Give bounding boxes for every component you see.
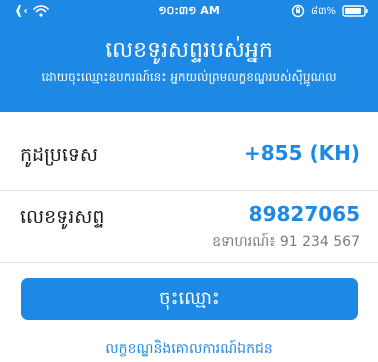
phone-number-hint: ឧទាហរណ៍៖ 91 234 567 xyxy=(212,234,360,250)
page-subtitle: ដោយចុះឈ្មោះឧបករណ៍នេះ អ្នកយល់ព្រមលក្ខខណ្ឌ… xyxy=(41,70,337,84)
rotation-lock-icon xyxy=(291,4,305,18)
page-title: លេខទូរសព្ទរបស់អ្នក xyxy=(105,38,273,63)
phone-number-row: លេខទូរសព្ទ 89827065 ឧទាហរណ៍៖ 91 234 567 xyxy=(0,190,378,262)
phone-number-label: លេខទូរសព្ទ xyxy=(20,206,105,228)
phone-number-divider xyxy=(0,262,378,263)
status-right: ៨៣% xyxy=(291,3,368,19)
battery-percentage: ៨៣% xyxy=(310,5,336,17)
register-button[interactable]: ចុះឈ្មោះ xyxy=(21,278,358,320)
battery-icon xyxy=(342,5,368,17)
country-code-label: កូដប្រទេស xyxy=(20,144,99,166)
country-code-value[interactable]: +855 (KH) xyxy=(244,141,360,165)
phone-number-input[interactable]: 89827065 xyxy=(249,202,360,226)
terms-link[interactable]: លក្ខខណ្ឌនិងគោលការណ៍ឯកជន xyxy=(0,340,378,358)
country-code-row[interactable]: កូដប្រទេស +855 (KH) xyxy=(0,112,378,190)
header: ១០:៣១ AM ៨៣% លេខទូរសព្ទរបស់អ្នក ដោយចុះឈ្… xyxy=(0,0,378,112)
status-bar: ១០:៣១ AM ៨៣% xyxy=(0,0,378,22)
